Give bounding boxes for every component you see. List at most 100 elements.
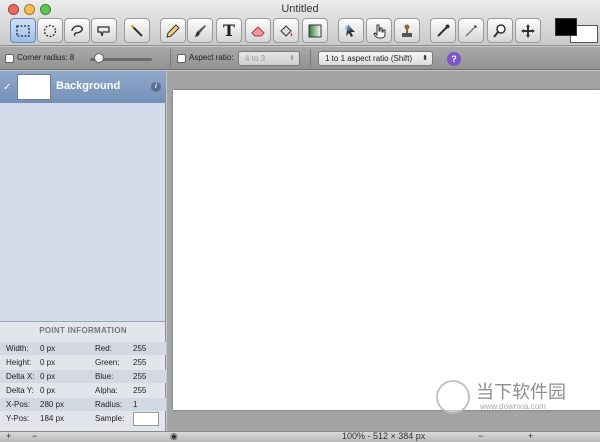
popup-arrows-icon: ⬍ — [422, 55, 428, 62]
blue-value: 255 — [133, 372, 147, 381]
zoom-out-button[interactable]: − — [478, 431, 483, 441]
aspect-mode-value: 1 to 1 aspect ratio (Shift) — [325, 54, 413, 63]
eraser-icon — [251, 25, 265, 36]
delta-x-value: 0 px — [40, 372, 56, 381]
rect-select-icon — [16, 24, 30, 37]
brush-tool[interactable] — [187, 18, 213, 43]
smudge-tool[interactable] — [458, 18, 484, 43]
eyedropper-tool[interactable] — [430, 18, 456, 43]
point-information-panel: POINT INFORMATION Width: 0 px Red: 255 H… — [0, 321, 166, 431]
sample-size-field[interactable] — [133, 412, 159, 426]
options-divider — [310, 49, 311, 67]
gradient-icon — [308, 24, 322, 37]
pan-tool[interactable] — [515, 18, 541, 43]
corner-radius-label: Corner radius: 8 — [17, 53, 75, 62]
zoom-tool[interactable] — [487, 18, 513, 43]
eraser-tool[interactable] — [245, 18, 271, 43]
x-pos-value: 280 px — [40, 400, 65, 409]
aspect-ratio-checkbox[interactable] — [177, 54, 186, 63]
zoom-status: 100% - 512 × 384 px — [342, 431, 426, 441]
info-row: Height: 0 px Green: 255 — [0, 356, 166, 369]
help-button[interactable]: ? — [447, 52, 461, 66]
watermark-url: www.downxia.com — [480, 402, 546, 411]
text-icon: T — [223, 21, 235, 40]
magic-wand-tool[interactable] — [124, 18, 150, 43]
paint-bucket-icon — [280, 24, 293, 37]
layers-panel: ✓ Background i — [0, 71, 166, 321]
title-bar: Untitled T — [0, 0, 600, 46]
info-icon[interactable]: i — [151, 82, 161, 92]
hand-pointer-icon — [373, 24, 386, 38]
clone-stamp-tool[interactable] — [394, 18, 420, 43]
clone-stamp-icon — [402, 24, 412, 37]
layer-name: Background — [56, 80, 121, 92]
add-layer-button[interactable]: + — [6, 431, 11, 441]
radius-label: Radius: — [95, 400, 123, 409]
remove-layer-button[interactable]: − — [32, 431, 37, 441]
corner-radius-checkbox[interactable] — [5, 54, 14, 63]
layer-row[interactable]: ✓ Background i — [0, 71, 166, 103]
green-label: Green: — [95, 358, 120, 367]
smudge-icon — [465, 24, 477, 36]
window-title: Untitled — [281, 3, 319, 15]
paint-bucket-tool[interactable] — [273, 18, 299, 43]
pencil-tool[interactable] — [160, 18, 186, 43]
eyedropper-icon — [437, 24, 450, 37]
delta-y-value: 0 px — [40, 386, 56, 395]
eye-icon[interactable]: ◉ — [170, 431, 178, 442]
primary-color-well[interactable] — [555, 18, 577, 36]
watermark-brand: 当下软件园 — [476, 382, 566, 403]
move-icon — [345, 24, 355, 37]
layer-thumbnail — [17, 74, 51, 100]
info-row: X-Pos: 280 px Radius: 1 — [0, 398, 166, 411]
x-pos-label: X-Pos: — [6, 400, 31, 409]
corner-radius-slider-knob[interactable] — [94, 53, 104, 63]
width-label: Width: — [6, 344, 29, 353]
blue-label: Blue: — [95, 372, 114, 381]
gradient-tool[interactable] — [302, 18, 328, 43]
zoom-icon — [493, 23, 506, 38]
radius-value: 1 — [133, 400, 138, 409]
info-row: Delta Y: 0 px Alpha: 255 — [0, 384, 166, 397]
aspect-ratio-value: 4 to 3 — [245, 54, 266, 63]
point-information-header: POINT INFORMATION — [39, 326, 127, 335]
polygon-lasso-icon — [97, 25, 110, 36]
alpha-label: Alpha: — [95, 386, 118, 395]
brush-icon — [195, 24, 206, 37]
delta-x-label: Delta X: — [6, 372, 35, 381]
text-tool[interactable]: T — [216, 18, 242, 43]
ellipse-select-icon — [43, 24, 57, 37]
status-bar: + − ◉ 100% - 512 × 384 px − + — [0, 431, 600, 442]
ellipse-select-tool[interactable] — [37, 18, 63, 43]
zoom-in-button[interactable]: + — [528, 431, 533, 441]
delta-y-label: Delta Y: — [6, 386, 34, 395]
tool-options-bar: Corner radius: 8 Aspect ratio: 4 to 3 ⬍ … — [0, 47, 600, 70]
layer-visibility-checkbox[interactable]: ✓ — [3, 82, 11, 93]
sample-label: Sample: — [95, 414, 125, 423]
lasso-icon — [71, 24, 83, 36]
lasso-tool[interactable] — [64, 18, 90, 43]
magic-wand-icon — [131, 24, 143, 37]
aspect-ratio-popup[interactable]: 4 to 3 ⬍ — [238, 51, 300, 66]
y-pos-value: 184 px — [40, 414, 65, 423]
options-divider — [170, 49, 171, 67]
hand-pointer-tool[interactable] — [366, 18, 392, 43]
pencil-icon — [166, 23, 180, 38]
info-row: Width: 0 px Red: 255 — [0, 342, 166, 355]
image-canvas[interactable] — [173, 90, 600, 410]
info-row: Delta X: 0 px Blue: 255 — [0, 370, 166, 383]
canvas-area — [167, 71, 600, 431]
polygon-lasso-tool[interactable] — [91, 18, 117, 43]
pan-icon — [521, 23, 535, 38]
red-value: 255 — [133, 344, 147, 353]
aspect-mode-popup[interactable]: 1 to 1 aspect ratio (Shift) ⬍ — [318, 51, 433, 66]
rect-select-tool[interactable] — [10, 18, 36, 43]
green-value: 255 — [133, 358, 147, 367]
y-pos-label: Y-Pos: — [6, 414, 30, 423]
watermark: 当下软件园 www.downxia.com — [436, 378, 586, 418]
alpha-value: 255 — [133, 386, 147, 395]
move-tool[interactable] — [338, 18, 364, 43]
height-value: 0 px — [40, 358, 56, 367]
red-label: Red: — [95, 344, 112, 353]
aspect-ratio-label: Aspect ratio: — [189, 53, 234, 62]
